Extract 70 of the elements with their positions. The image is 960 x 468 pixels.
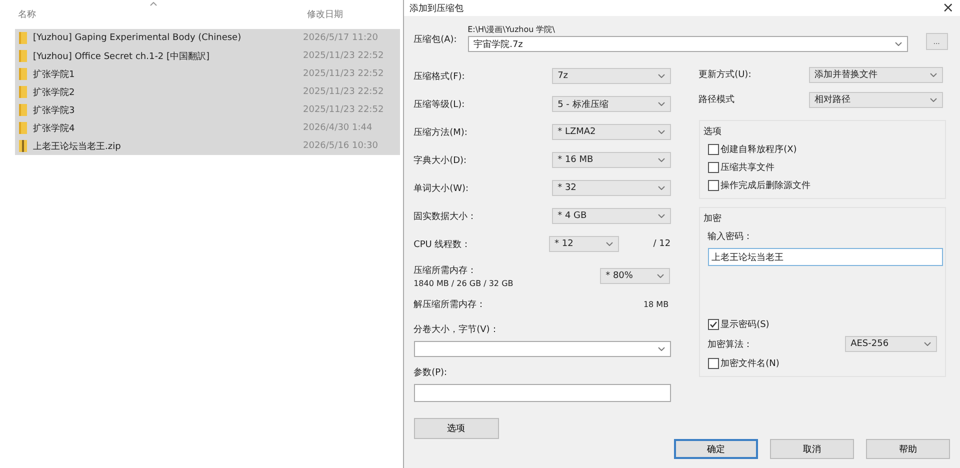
field-label: 参数(P): [414, 368, 448, 378]
file-row[interactable]: 扩张学院1 2025/11/23 22:52 [15, 65, 400, 83]
memory-usage: 1840 MB / 26 GB / 32 GB [414, 279, 514, 288]
file-date: 2025/11/23 22:52 [303, 69, 384, 79]
setting-combo[interactable]: * 16 MB [552, 152, 671, 168]
file-date: 2025/11/23 22:52 [303, 105, 384, 115]
file-row[interactable]: [Yuzhou] Gaping Experimental Body (Chinese) 2026/5/17 11:20 [15, 29, 400, 47]
file-name: 上老王论坛当老王.zip [33, 140, 122, 152]
field-label: 压缩格式(F): [414, 70, 466, 82]
field-label: 压缩包(A): [414, 34, 458, 46]
path-mode-combo[interactable]: 相对路径 [808, 92, 943, 108]
field-label: 分卷大小，字节(V)： [414, 325, 499, 335]
column-header[interactable]: 修改日期 [307, 8, 343, 21]
file-name: [Yuzhou] Office Secret ch.1-2 [中国翻訳] [33, 50, 211, 62]
field-label: 压缩方法(M): [414, 126, 468, 138]
file-name: 扩张学院2 [33, 86, 76, 98]
dialog-button[interactable]: 确定 [674, 439, 758, 459]
setting-combo[interactable]: * 4 GB [552, 208, 671, 224]
checkbox-label[interactable]: 操作完成后删除源文件 [720, 179, 811, 192]
file-name: 扩张学院1 [33, 68, 76, 80]
field-label: 加密算法： [708, 338, 753, 350]
setting-combo[interactable]: * LZMA2 [552, 124, 671, 140]
encryption-method-combo[interactable]: AES-256 [844, 336, 937, 352]
group-title: 加密 [704, 212, 723, 225]
password-field[interactable]: 上老王论坛当老王 [708, 248, 943, 266]
field-label: 路径模式 [698, 94, 736, 106]
setting-combo[interactable]: 5 - 标准压缩 [552, 96, 671, 112]
field-label: 解压缩所需内存： [414, 298, 487, 310]
thread-max: / 12 [653, 239, 671, 249]
file-name: 扩张学院3 [33, 104, 76, 116]
memory-value: 18 MB [643, 300, 669, 308]
checkbox-label[interactable]: 加密文件名(N) [720, 357, 780, 370]
file-date: 2025/11/23 22:52 [303, 51, 384, 61]
file-row[interactable]: [Yuzhou] Office Secret ch.1-2 [中国翻訳] 2025/11/23 22:52 [15, 47, 400, 65]
field-label: 压缩等级(L): [414, 98, 466, 110]
field-label: 更新方式(U): [698, 68, 752, 81]
checkbox-label[interactable]: 压缩共享文件 [720, 161, 775, 174]
memory-combo[interactable]: * 80% [600, 268, 670, 284]
field-label: CPU 线程数： [414, 238, 472, 250]
file-date: 2025/11/23 22:52 [303, 87, 384, 97]
archive-path: E:\H\漫画\Yuzhou 学院\ [468, 24, 556, 35]
options-button[interactable]: 选项 [414, 418, 499, 439]
setting-combo[interactable]: 7z [552, 68, 671, 84]
field-label: 输入密码： [708, 230, 754, 243]
thread-combo[interactable]: * 12 [548, 236, 620, 252]
file-date: 2026/5/17 11:20 [303, 33, 378, 43]
archive-name-combo[interactable]: 宇宙学院.7z [468, 36, 908, 52]
checkbox-label[interactable]: 创建自释放程序(X) [720, 143, 797, 156]
window-title: 添加到压缩包 [410, 2, 464, 14]
file-date: 2026/5/16 10:30 [303, 141, 378, 151]
dialog-button[interactable]: 取消 [770, 439, 854, 459]
column-header[interactable]: 名称 [18, 8, 307, 21]
field-label: 压缩所需内存： [414, 264, 478, 277]
browse-button[interactable]: ... [926, 33, 948, 50]
file-row[interactable]: 扩张学院4 2026/4/30 1:44 [15, 119, 400, 137]
file-name: [Yuzhou] Gaping Experimental Body (Chinese) [33, 33, 242, 43]
field-label: 字典大小(D): [414, 154, 468, 166]
field-label: 固实数据大小： [414, 210, 478, 222]
file-row[interactable]: 扩张学院3 2025/11/23 22:52 [15, 101, 400, 119]
file-date: 2026/4/30 1:44 [303, 123, 372, 133]
checkbox-label[interactable]: 显示密码(S) [720, 318, 770, 331]
file-row[interactable]: 扩张学院2 2025/11/23 22:52 [15, 83, 400, 101]
update-mode-combo[interactable]: 添加并替换文件 [808, 66, 943, 82]
close-button[interactable]: × [942, 0, 954, 16]
dialog-button[interactable]: 帮助 [866, 439, 950, 459]
file-name: 扩张学院4 [33, 122, 76, 134]
setting-combo[interactable]: * 32 [552, 180, 671, 196]
group-title: 选项 [704, 126, 723, 138]
file-row[interactable]: 上老王论坛当老王.zip 2026/5/16 10:30 [15, 137, 400, 155]
field-label: 单词大小(W): [414, 182, 470, 194]
